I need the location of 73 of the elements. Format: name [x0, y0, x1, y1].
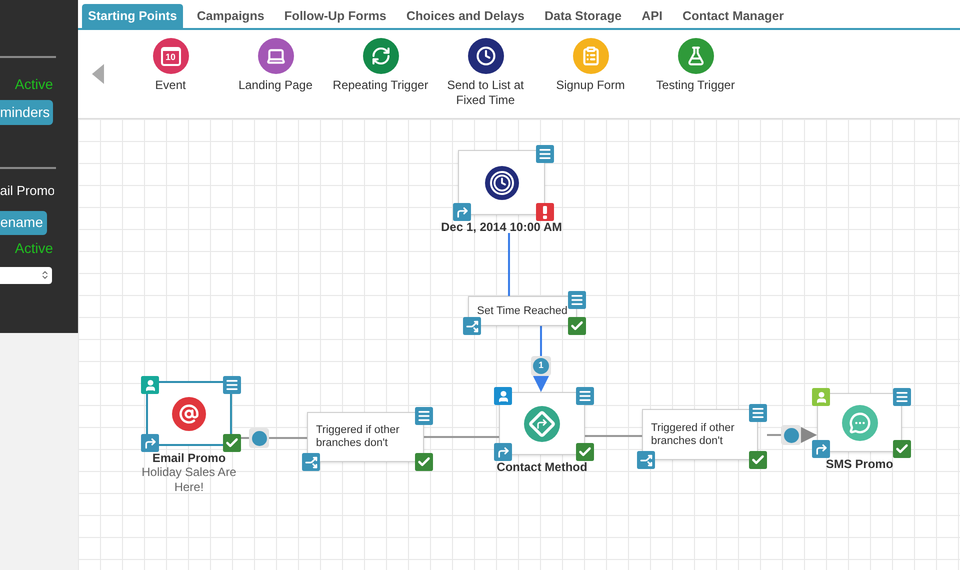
link-handle[interactable] — [249, 428, 269, 448]
select-field[interactable] — [0, 266, 52, 284]
tab[interactable]: Data Storage — [538, 4, 628, 28]
flask-icon[interactable] — [678, 38, 714, 74]
tab[interactable]: Choices and Delays — [400, 4, 530, 28]
turn-sign-icon — [524, 406, 560, 442]
connector-arrow — [533, 376, 549, 392]
tab[interactable]: Contact Manager — [676, 4, 790, 28]
node-title: Contact Method — [496, 460, 588, 474]
connector-line — [241, 437, 307, 439]
calendar-icon[interactable]: 10 — [152, 38, 188, 74]
tab[interactable]: Follow-Up Forms — [278, 4, 392, 28]
palette-label[interactable]: Send to List at Fixed Time — [436, 78, 536, 108]
condition-text: Triggered if other branches don't — [651, 422, 736, 448]
at-sign-icon — [172, 396, 206, 430]
menu-icon[interactable] — [223, 376, 241, 394]
palette-label[interactable]: Event — [120, 78, 220, 93]
select-arrows-icon — [40, 270, 50, 280]
node-card[interactable] — [458, 150, 545, 215]
check-icon[interactable] — [568, 317, 586, 335]
check-icon[interactable] — [223, 434, 241, 452]
tab[interactable]: API — [636, 4, 668, 28]
menu-icon[interactable] — [576, 387, 594, 405]
person-icon[interactable] — [141, 376, 159, 394]
error-icon[interactable] — [536, 203, 554, 221]
clock-icon[interactable] — [468, 38, 504, 74]
share-icon[interactable] — [453, 203, 471, 221]
check-icon[interactable] — [749, 451, 767, 469]
node-card[interactable] — [146, 381, 232, 446]
branch-icon[interactable] — [637, 451, 655, 469]
branch-icon[interactable] — [302, 453, 320, 471]
palette-label[interactable]: Repeating Trigger — [330, 78, 430, 93]
node-title: Email Promo — [152, 451, 226, 465]
campaign-name: ail Promo — [0, 182, 54, 200]
condition-text: Triggered if other branches don't — [316, 424, 400, 450]
person-icon[interactable] — [812, 388, 830, 406]
connector-line — [540, 326, 542, 356]
clock-icon — [484, 166, 518, 200]
link-handle[interactable] — [781, 425, 801, 445]
connector-arrow — [767, 427, 817, 443]
menu-icon[interactable] — [536, 145, 554, 163]
condition-card[interactable]: Triggered if other branches don't — [307, 412, 424, 462]
condition-text: Set Time Reached — [477, 304, 568, 318]
share-icon[interactable] — [812, 440, 830, 458]
tab[interactable]: Campaigns — [190, 4, 270, 28]
palette-label[interactable]: Testing Trigger — [646, 78, 746, 93]
check-icon[interactable] — [576, 443, 594, 461]
node-title: SMS Promo — [826, 457, 894, 471]
palette-label[interactable]: Landing Page — [226, 78, 326, 93]
connector-line — [585, 435, 642, 437]
person-icon[interactable] — [494, 387, 512, 405]
condition-card[interactable]: Triggered if other branches don't — [642, 409, 758, 460]
menu-icon[interactable] — [415, 407, 433, 425]
form-icon[interactable] — [572, 38, 608, 74]
check-icon[interactable] — [415, 453, 433, 471]
menu-icon[interactable] — [568, 291, 586, 309]
node-subtitle: Holiday Sales Are Here! — [140, 465, 238, 495]
share-icon[interactable] — [494, 443, 512, 461]
connector-line — [508, 233, 510, 296]
node-card[interactable] — [499, 392, 585, 455]
status-text: Active — [14, 238, 53, 258]
laptop-icon[interactable] — [258, 38, 294, 74]
branch-icon[interactable] — [463, 317, 481, 335]
check-icon[interactable] — [893, 440, 911, 458]
palette-label[interactable]: Signup Form — [540, 78, 640, 93]
menu-icon[interactable] — [749, 404, 767, 422]
refresh-icon[interactable] — [362, 38, 398, 74]
menu-icon[interactable] — [893, 388, 911, 406]
scroll-left-icon[interactable] — [92, 64, 104, 84]
node-title: Dec 1, 2014 10:00 AM — [441, 220, 562, 234]
status-text: Active — [14, 75, 53, 94]
share-icon[interactable] — [141, 434, 159, 452]
chat-icon — [842, 404, 878, 440]
